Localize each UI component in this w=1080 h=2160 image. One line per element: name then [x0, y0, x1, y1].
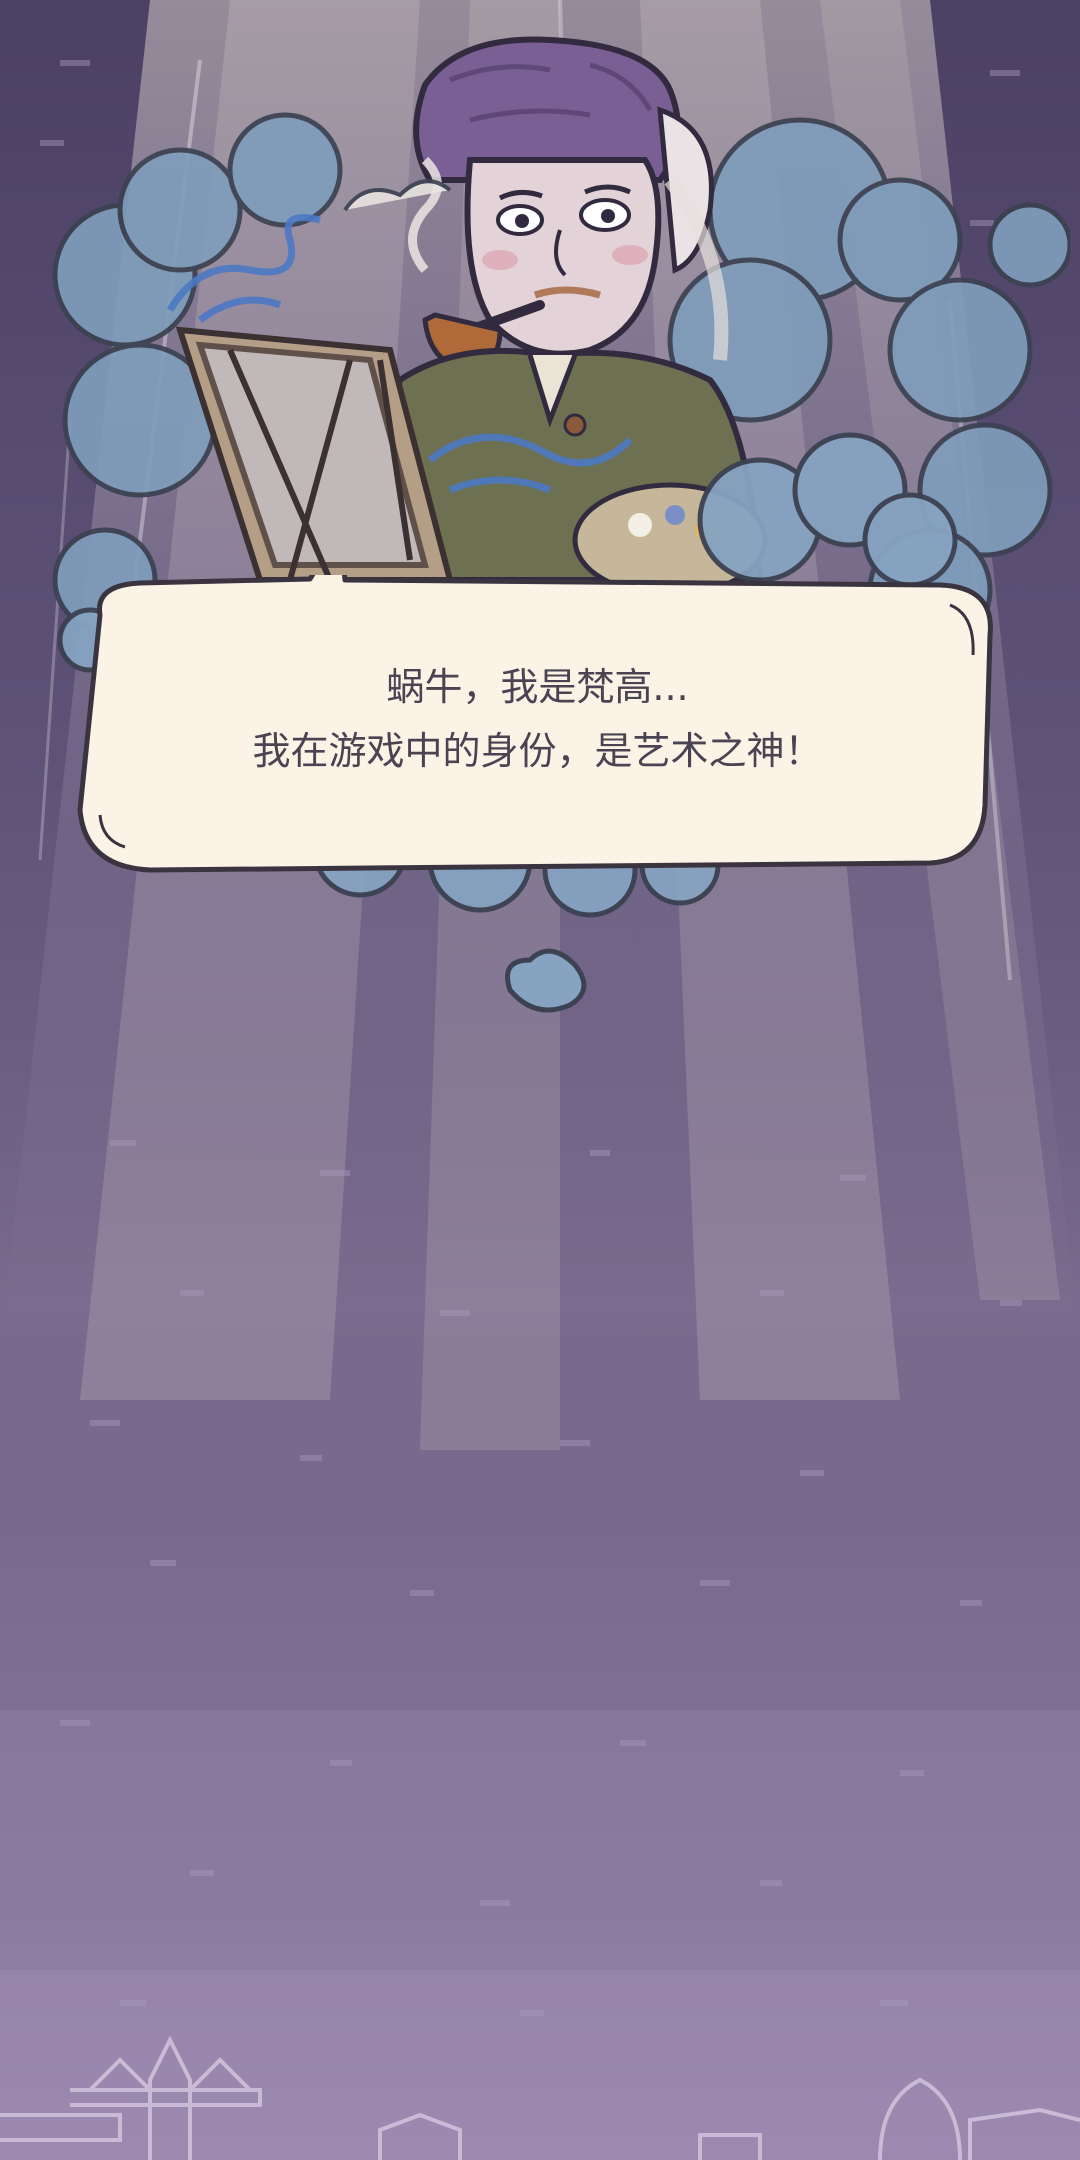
speech-bubble[interactable]: 蜗牛，我是梵高... 我在游戏中的身份，是艺术之神！ — [70, 575, 1005, 875]
game-scene[interactable]: 蜗牛，我是梵高... 我在游戏中的身份，是艺术之神！ — [0, 0, 1080, 2160]
dialogue-line-1: 蜗牛，我是梵高... — [386, 665, 689, 709]
dialogue-text: 蜗牛，我是梵高... 我在游戏中的身份，是艺术之神！ — [110, 655, 965, 783]
cloud-puff — [505, 948, 587, 1013]
easel — [175, 326, 454, 583]
van-gogh-character[interactable] — [30, 20, 1070, 1040]
floor-band — [0, 1710, 1080, 1970]
city-skyline — [0, 2035, 1080, 2160]
dialogue-line-2: 我在游戏中的身份，是艺术之神！ — [252, 729, 823, 773]
floor-band — [0, 1330, 1080, 1710]
